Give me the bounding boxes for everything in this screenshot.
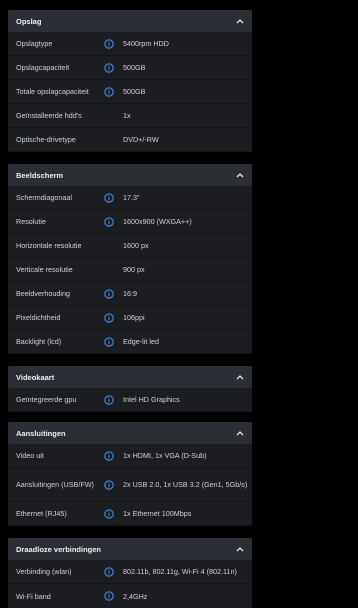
- section-header-aansluitingen[interactable]: Aansluitingen: [8, 422, 252, 444]
- spec-row: Pixeldichtheid 106ppi: [8, 306, 252, 330]
- info-icon[interactable]: [104, 508, 114, 519]
- section-header-draadloze-verbindingen[interactable]: Draadloze verbindingen: [8, 538, 252, 560]
- section-header-videokaart[interactable]: Videokaart: [8, 366, 252, 388]
- spec-value: 1600 px: [123, 241, 149, 250]
- info-icon[interactable]: [104, 192, 114, 203]
- spec-label: Horizontale resolutie: [16, 241, 82, 250]
- spec-label: Video uit: [16, 451, 44, 460]
- info-icon[interactable]: [104, 312, 114, 323]
- info-icon[interactable]: [104, 394, 114, 405]
- spec-label: Verticale resolutie: [16, 265, 73, 274]
- chevron-up-icon[interactable]: [236, 373, 244, 381]
- spec-label: Backlight (lcd): [16, 337, 62, 346]
- spec-label: Opslagtype: [16, 39, 53, 48]
- info-icon[interactable]: [104, 336, 114, 347]
- spec-row: Verbinding (wlan) 802.11b, 802.11g, Wi-F…: [8, 560, 252, 584]
- info-icon[interactable]: [104, 86, 114, 97]
- info-icon[interactable]: [104, 479, 114, 490]
- spec-value: 5400rpm HDD: [123, 39, 169, 48]
- section-title: Beeldscherm: [16, 170, 64, 180]
- spec-value: 106ppi: [123, 313, 145, 322]
- spec-value: DVD+/-RW: [123, 135, 159, 144]
- spec-label: Opslagcapaciteit: [16, 63, 70, 72]
- spec-label: Ethernet (RJ45): [16, 509, 67, 518]
- section-title: Aansluitingen: [16, 428, 66, 438]
- spec-row: Opslagtype 5400rpm HDD: [8, 32, 252, 56]
- spec-value: 2x USB 2.0, 1x USB 3.2 (Gen1, 5Gb/s): [123, 480, 248, 489]
- spec-label: Pixeldichtheid: [16, 313, 61, 322]
- spec-value: 1600x900 (WXGA++): [123, 217, 192, 226]
- spec-row: Beeldverhouding 16:9: [8, 282, 252, 306]
- spec-label: Optische-drivetype: [16, 135, 76, 144]
- spec-row: Schermdiagonaal 17.3": [8, 186, 252, 210]
- spec-value: Edge-lit led: [123, 337, 159, 346]
- spec-label: Beeldverhouding: [16, 289, 70, 298]
- spec-label: Aansluitingen (USB/FW): [16, 480, 94, 489]
- spec-value: 2,4GHz: [123, 591, 148, 601]
- spec-row: Horizontale resolutie 1600 px: [8, 234, 252, 258]
- spec-label: Wi-Fi band: [16, 591, 51, 601]
- spec-value: 500GB: [123, 63, 146, 72]
- info-icon[interactable]: [104, 38, 114, 49]
- section-header-beeldscherm[interactable]: Beeldscherm: [8, 164, 252, 186]
- spec-value: 16:9: [123, 289, 137, 298]
- spec-row: Optische-drivetype DVD+/-RW: [8, 128, 252, 152]
- info-icon[interactable]: [104, 62, 114, 73]
- spec-row: Aansluitingen (USB/FW) 2x USB 2.0, 1x US…: [8, 468, 252, 502]
- spec-value: 802.11b, 802.11g, Wi-Fi 4 (802.11n): [123, 567, 237, 576]
- spec-row: Geïnstalleerde hdd's 1x: [8, 104, 252, 128]
- chevron-up-icon[interactable]: [236, 171, 244, 179]
- spec-label: Schermdiagonaal: [16, 193, 72, 202]
- spec-label: Geïnstalleerde hdd's: [16, 111, 82, 120]
- chevron-up-icon[interactable]: [236, 545, 244, 553]
- spec-row: Video uit 1x HDMI, 1x VGA (D-Sub): [8, 444, 252, 468]
- spec-row: Verticale resolutie 900 px: [8, 258, 252, 282]
- section-header-opslag[interactable]: Opslag: [8, 10, 252, 32]
- spec-label: Totale opslagcapaciteit: [16, 87, 89, 96]
- spec-row: Geïntegreerde gpu Intel HD Graphics: [8, 388, 252, 412]
- spec-value: 900 px: [123, 265, 145, 274]
- spec-label: Resolutie: [16, 217, 46, 226]
- chevron-up-icon[interactable]: [236, 17, 244, 25]
- spec-value: 500GB: [123, 87, 146, 96]
- chevron-up-icon[interactable]: [236, 429, 244, 437]
- spec-row: Opslagcapaciteit 500GB: [8, 56, 252, 80]
- section-title: Opslag: [16, 16, 42, 26]
- spec-row: Backlight (lcd) Edge-lit led: [8, 330, 252, 354]
- spec-value: 1x Ethernet 100Mbps: [123, 509, 192, 518]
- info-icon[interactable]: [104, 591, 114, 601]
- spec-row: Resolutie 1600x900 (WXGA++): [8, 210, 252, 234]
- info-icon[interactable]: [104, 450, 114, 461]
- spec-value: 1x HDMI, 1x VGA (D-Sub): [123, 451, 207, 460]
- spec-row: Totale opslagcapaciteit 500GB: [8, 80, 252, 104]
- spec-value: 1x: [123, 111, 131, 120]
- info-icon[interactable]: [104, 288, 114, 299]
- spec-value: 17.3": [123, 193, 140, 202]
- section-title: Videokaart: [16, 372, 55, 382]
- spec-row: Ethernet (RJ45) 1x Ethernet 100Mbps: [8, 502, 252, 526]
- info-icon[interactable]: [104, 566, 114, 577]
- spec-row: Wi-Fi band 2,4GHz: [8, 584, 252, 608]
- info-icon[interactable]: [104, 216, 114, 227]
- spec-label: Verbinding (wlan): [16, 567, 72, 576]
- section-title: Draadloze verbindingen: [16, 544, 102, 554]
- spec-label: Geïntegreerde gpu: [16, 395, 77, 404]
- spec-value: Intel HD Graphics: [123, 395, 180, 404]
